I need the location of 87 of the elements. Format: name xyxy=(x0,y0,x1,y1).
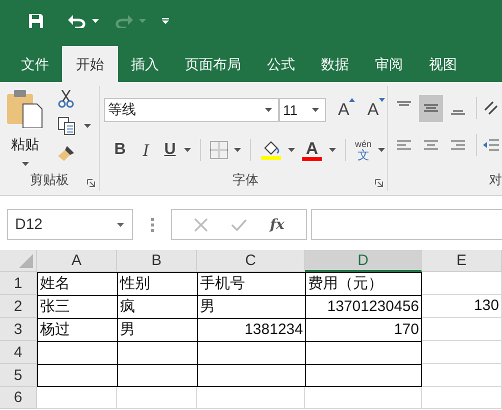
caret-icon[interactable] xyxy=(312,108,319,112)
caret-icon[interactable] xyxy=(265,108,272,112)
bold-button[interactable]: B xyxy=(110,141,130,159)
group-label: 对 xyxy=(489,171,502,189)
table-cell: 杨过 xyxy=(37,318,117,341)
table-cell: 1381234 xyxy=(197,318,305,341)
font-size-field[interactable]: 11 xyxy=(279,98,326,122)
font-name-field[interactable]: 等线 xyxy=(104,98,279,122)
column-header[interactable]: A xyxy=(37,250,117,272)
row-header[interactable]: 2 xyxy=(0,295,37,318)
font-size-value: 11 xyxy=(283,102,298,118)
paint-bucket-icon[interactable] xyxy=(262,140,280,156)
table-cell: 130 xyxy=(422,295,502,318)
table-cell: 男 xyxy=(197,295,305,318)
formula-input[interactable] xyxy=(311,209,502,240)
column-header[interactable]: C xyxy=(197,250,305,272)
brush-icon[interactable] xyxy=(58,144,76,162)
shrink-font-button[interactable]: A xyxy=(367,100,379,120)
caret-icon[interactable] xyxy=(22,162,28,166)
row-header[interactable]: 3 xyxy=(0,318,37,341)
table-cell: 男 xyxy=(117,318,197,341)
ribbon-tab[interactable]: 文件 xyxy=(8,46,62,82)
column-header[interactable]: E xyxy=(422,250,502,272)
paste-button[interactable]: 粘贴 xyxy=(0,86,50,169)
undo-icon[interactable] xyxy=(68,14,86,28)
row-header[interactable]: 4 xyxy=(0,341,37,364)
table-cell: 张三 xyxy=(37,295,117,318)
phonetic-char: 文 xyxy=(357,148,370,160)
caret-icon[interactable] xyxy=(234,148,241,152)
row-header[interactable]: 6 xyxy=(0,387,37,409)
font-name-value: 等线 xyxy=(108,101,136,119)
caret-icon[interactable] xyxy=(288,148,295,152)
ribbon-tab[interactable]: 公式 xyxy=(254,46,308,82)
table-cell: 费用（元） xyxy=(305,272,422,295)
ribbon-tab[interactable]: 数据 xyxy=(308,46,362,82)
align-button[interactable] xyxy=(419,94,443,122)
check-icon[interactable] xyxy=(230,218,247,230)
row-header[interactable]: 1 xyxy=(0,272,37,295)
cell-reference: D12 xyxy=(15,216,43,233)
grow-font-button[interactable]: A xyxy=(338,100,350,120)
caret-icon[interactable] xyxy=(92,19,99,23)
font-color-button[interactable]: A xyxy=(301,140,323,160)
table-cell: 170 xyxy=(305,318,422,341)
table-cell: 性别 xyxy=(117,272,197,295)
copy-icon[interactable] xyxy=(58,117,76,135)
caret-icon[interactable] xyxy=(378,148,385,152)
underline-button[interactable]: U xyxy=(162,141,178,159)
orientation-icon[interactable] xyxy=(483,100,499,116)
customize-icon[interactable] xyxy=(162,18,169,24)
ribbon-tab[interactable]: 视图 xyxy=(416,46,470,82)
font-color-bar xyxy=(302,156,322,160)
dialog-launcher-icon[interactable] xyxy=(87,179,95,187)
dialog-launcher-icon[interactable] xyxy=(375,179,383,187)
caret-icon[interactable] xyxy=(117,222,124,226)
column-header[interactable]: B xyxy=(117,250,197,272)
table-cell: 13701230456 xyxy=(305,295,422,318)
grip-icon xyxy=(151,218,154,232)
caret-icon[interactable] xyxy=(329,148,336,152)
shrink-arrow-icon[interactable] xyxy=(378,98,385,102)
table-cell: 姓名 xyxy=(37,272,117,295)
table-cell: 手机号 xyxy=(197,272,305,295)
fill-color-button[interactable] xyxy=(260,140,282,160)
italic-button[interactable]: I xyxy=(136,140,156,160)
scissors-icon[interactable] xyxy=(58,90,74,108)
table-cell: 疯 xyxy=(117,295,197,318)
group-label: 字体 xyxy=(232,171,258,189)
phonetic-button[interactable]: wén 文 xyxy=(355,140,372,160)
insert-function-button[interactable]: fx xyxy=(270,216,284,232)
grow-arrow-icon[interactable] xyxy=(349,98,356,102)
decrease-indent-icon[interactable] xyxy=(483,137,499,153)
caret-icon[interactable] xyxy=(84,124,91,128)
ribbon-tab[interactable]: 插入 xyxy=(118,46,172,82)
ribbon-tab[interactable]: 开始 xyxy=(62,46,118,82)
clipboard-icon xyxy=(7,90,43,128)
group-label: 剪贴板 xyxy=(30,171,69,189)
paste-label: 粘贴 xyxy=(11,136,39,154)
column-header[interactable]: D xyxy=(305,250,422,272)
phonetic-top: wén xyxy=(355,140,372,148)
caret-icon[interactable] xyxy=(184,148,191,152)
ribbon-tab[interactable]: 审阅 xyxy=(362,46,416,82)
row-header[interactable]: 5 xyxy=(0,364,37,387)
name-box[interactable]: D12 xyxy=(7,209,133,240)
borders-icon[interactable] xyxy=(210,141,228,159)
ribbon-tab[interactable]: 页面布局 xyxy=(172,46,254,82)
save-icon[interactable] xyxy=(28,13,44,29)
font-color-letter: A xyxy=(306,140,318,156)
fill-color-bar xyxy=(261,156,281,160)
